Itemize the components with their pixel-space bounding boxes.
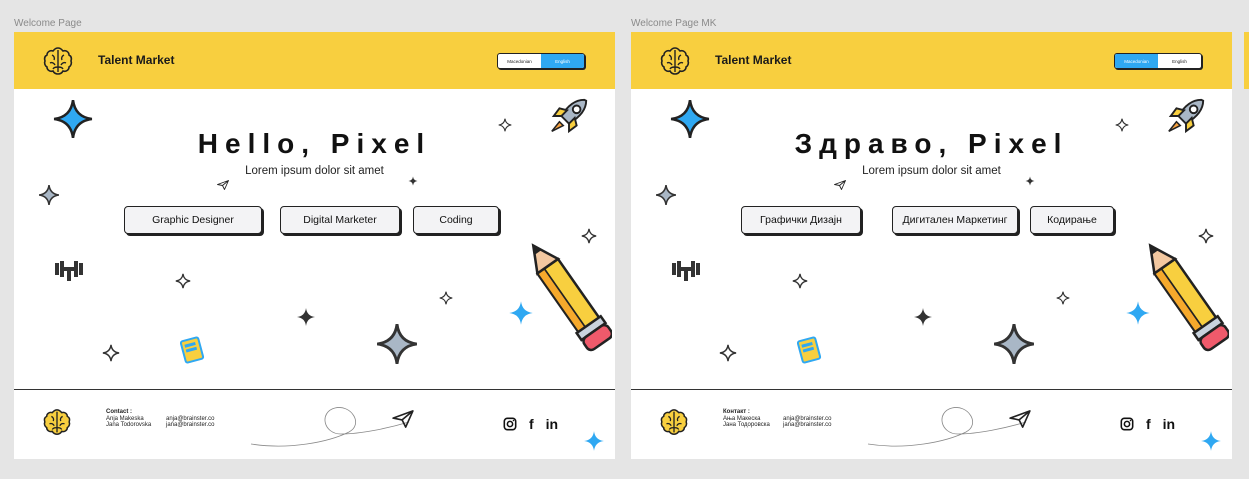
linkedin-icon[interactable]: in xyxy=(1163,416,1175,432)
small-plane-icon xyxy=(217,180,229,190)
social-links: f in xyxy=(503,416,558,432)
frame-label-mk: Welcome Page MK xyxy=(631,18,717,29)
lang-option-macedonian[interactable]: Macedonian xyxy=(1115,54,1158,68)
outline-star-icon xyxy=(1056,291,1070,305)
brain-logo-icon[interactable] xyxy=(659,45,691,77)
outline-star-icon xyxy=(719,344,737,362)
contact-email[interactable]: jana@brainster.co xyxy=(783,422,831,429)
grey-star-icon xyxy=(38,184,60,206)
coding-button[interactable]: Кодирање xyxy=(1030,206,1114,234)
big-grey-star-icon xyxy=(992,322,1036,366)
book-icon xyxy=(794,335,824,365)
dumbbell-icon xyxy=(54,258,84,282)
graphic-designer-button[interactable]: Graphic Designer xyxy=(124,206,262,234)
hero-title: Hello, Pixel xyxy=(197,128,432,159)
footer-brain-logo-icon xyxy=(659,407,689,437)
instagram-icon[interactable] xyxy=(503,417,517,431)
contact-email[interactable]: jana@brainster.co xyxy=(166,422,214,429)
brand-name[interactable]: Talent Market xyxy=(715,53,791,67)
welcome-page-frame: Talent Market Macedonian English Hello, … xyxy=(14,32,615,459)
pencil-icon xyxy=(1145,238,1229,358)
linkedin-icon[interactable]: in xyxy=(546,416,558,432)
hero-subtitle: Lorem ipsum dolor sit amet xyxy=(862,165,1001,177)
contact-name: Jana Todorovska xyxy=(106,422,152,428)
lang-option-english[interactable]: English xyxy=(1158,54,1201,68)
blue-star-icon xyxy=(583,430,605,452)
next-frame-edge xyxy=(1244,32,1249,89)
instagram-icon[interactable] xyxy=(1120,417,1134,431)
header-bar: Talent Market Macedonian English xyxy=(14,32,615,89)
graphic-designer-button[interactable]: Графички Дизајн xyxy=(741,206,861,234)
facebook-icon[interactable]: f xyxy=(1146,416,1151,432)
hero-subtitle: Lorem ipsum dolor sit amet xyxy=(245,165,384,177)
contact-block: Contact : Anja Makeska anja@brainster.co … xyxy=(106,409,214,429)
language-toggle[interactable]: Macedonian English xyxy=(497,53,585,69)
welcome-page-mk-frame: Talent Market Macedonian English Здраво,… xyxy=(631,32,1232,459)
tiny-star-icon xyxy=(408,176,418,186)
dumbbell-icon xyxy=(671,258,701,282)
coding-button[interactable]: Coding xyxy=(413,206,499,234)
digital-marketer-button[interactable]: Digital Marketer xyxy=(280,206,400,234)
outline-star-icon xyxy=(102,344,120,362)
small-plane-icon xyxy=(834,180,846,190)
lang-option-macedonian[interactable]: Macedonian xyxy=(498,54,541,68)
footer-divider xyxy=(14,389,615,390)
paper-plane-icon xyxy=(1009,410,1031,428)
facebook-icon[interactable]: f xyxy=(529,416,534,432)
outline-star-icon xyxy=(439,291,453,305)
digital-marketer-button[interactable]: Дигитален Маркетинг xyxy=(892,206,1018,234)
brain-logo-icon[interactable] xyxy=(42,45,74,77)
big-grey-star-icon xyxy=(375,322,419,366)
outline-star-icon xyxy=(792,273,808,289)
grey-star-icon xyxy=(655,184,677,206)
tiny-star-icon xyxy=(1025,176,1035,186)
contact-name: Јана Тодоровска xyxy=(723,422,770,428)
dark-star-icon xyxy=(913,307,933,327)
language-toggle[interactable]: Macedonian English xyxy=(1114,53,1202,69)
dark-star-icon xyxy=(296,307,316,327)
footer-divider xyxy=(631,389,1232,390)
lang-option-english[interactable]: English xyxy=(541,54,584,68)
paper-plane-icon xyxy=(392,410,414,428)
contact-block: Контакт : Ања Макеска anja@brainster.co Ј… xyxy=(723,409,831,429)
blue-star-icon xyxy=(1200,430,1222,452)
flight-path-line xyxy=(250,407,410,447)
brand-name[interactable]: Talent Market xyxy=(98,53,174,67)
flight-path-line xyxy=(867,407,1027,447)
header-bar: Talent Market Macedonian English xyxy=(631,32,1232,89)
outline-star-icon xyxy=(175,273,191,289)
pencil-icon xyxy=(528,238,612,358)
footer-brain-logo-icon xyxy=(42,407,72,437)
frame-label-en: Welcome Page xyxy=(14,18,82,29)
social-links: f in xyxy=(1120,416,1175,432)
book-icon xyxy=(177,335,207,365)
hero-title: Здраво, Pixel xyxy=(794,128,1069,159)
